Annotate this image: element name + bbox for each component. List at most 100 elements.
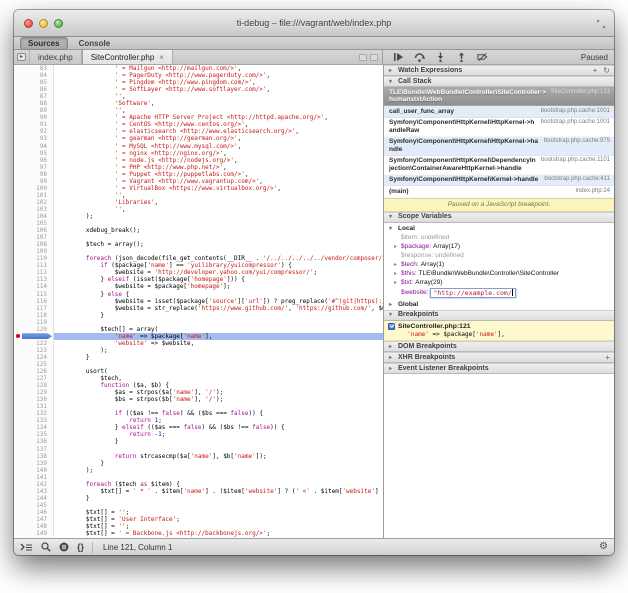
code-line[interactable]: 141	[14, 474, 383, 481]
breakpoints-header[interactable]: ▾ Breakpoints	[384, 310, 614, 321]
code-line[interactable]: 133 return 1;	[14, 417, 383, 424]
line-number[interactable]: 140	[14, 467, 54, 474]
code-line[interactable]: 'name' => $package['name'],	[14, 333, 383, 340]
variable-value-editor[interactable]: "http://example.com/	[430, 288, 515, 298]
code-line[interactable]: 137	[14, 446, 383, 453]
line-number[interactable]: 131	[14, 403, 54, 410]
line-number[interactable]: 87	[14, 93, 54, 100]
code-line[interactable]: 128 function ($a, $b) {	[14, 382, 383, 389]
breakpoint-checkbox[interactable]	[388, 323, 395, 330]
call-stack-frame[interactable]: bootstrap.php.cache:1001Symfony\Componen…	[384, 118, 614, 137]
code-line[interactable]: 109	[14, 248, 383, 255]
show-console-icon[interactable]	[20, 542, 33, 552]
code-line[interactable]: 86 ' = SoftLayer <http://www.softlayer.c…	[14, 86, 383, 93]
source-editor[interactable]: 83 ' = Mailgun <http://mailgun.com/>',84…	[14, 65, 383, 538]
code-line[interactable]: 95 ' = nginx <http://nginx.org/>',	[14, 150, 383, 157]
scope-local-header[interactable]: ▾ Local	[384, 223, 614, 234]
line-number[interactable]: 139	[14, 460, 54, 467]
code-line[interactable]: 135 return -1;	[14, 431, 383, 438]
line-number[interactable]: 119	[14, 319, 54, 326]
line-number[interactable]: 142	[14, 481, 54, 488]
chevron-right-icon[interactable]: ▸	[394, 261, 401, 269]
code-line[interactable]: 115 } else {	[14, 291, 383, 298]
code-line[interactable]: 120 $tech[] = array(	[14, 326, 383, 333]
code-line[interactable]: 105	[14, 220, 383, 227]
line-number[interactable]: 105	[14, 220, 54, 227]
step-out-button[interactable]	[456, 52, 467, 62]
code-line[interactable]: 134 } elseif (($as === false) && ($bs !=…	[14, 424, 383, 431]
line-number[interactable]: 110	[14, 255, 54, 262]
pause-circle-icon[interactable]	[59, 542, 69, 552]
line-number[interactable]: 104	[14, 213, 54, 220]
line-number[interactable]: 138	[14, 453, 54, 460]
line-number[interactable]: 97	[14, 164, 54, 171]
code-line[interactable]: 102 'Libraries',	[14, 199, 383, 206]
search-icon[interactable]	[41, 542, 51, 552]
call-stack-frame[interactable]: bootstrap.php.cache:975Symfony\Component…	[384, 137, 614, 156]
line-number[interactable]: 113	[14, 276, 54, 283]
variable-row[interactable]: ▸$this: TLE\Bundle\WebBundle\Controller\…	[384, 270, 614, 279]
code-line[interactable]: 143 $txt[] = ' * ' . $item['name'] . ($i…	[14, 488, 383, 495]
line-number[interactable]: 143	[14, 488, 54, 495]
gear-icon[interactable]: ⚙	[599, 542, 608, 552]
add-xhr-breakpoint-button[interactable]: +	[605, 353, 610, 362]
code-line[interactable]: 93 ' = gearman <http://gearman.org/>',	[14, 135, 383, 142]
line-number[interactable]: 145	[14, 502, 54, 509]
code-line[interactable]: 106 xdebug_break();	[14, 227, 383, 234]
line-number[interactable]: 83	[14, 65, 54, 72]
code-line[interactable]: 124 }	[14, 354, 383, 361]
scope-global-header[interactable]: ▸ Global	[384, 299, 614, 310]
code-line[interactable]: 142 foreach ($tech as $item) {	[14, 481, 383, 488]
line-number[interactable]: 124	[14, 354, 54, 361]
code-line[interactable]: 89 '',	[14, 107, 383, 114]
code-line[interactable]: 83 ' = Mailgun <http://mailgun.com/>',	[14, 65, 383, 72]
line-number[interactable]: 112	[14, 269, 54, 276]
call-stack-frame[interactable]: bootstrap.php.cache:1101Symfony\Componen…	[384, 156, 614, 175]
code-line[interactable]: 131	[14, 403, 383, 410]
line-number[interactable]: 111	[14, 262, 54, 269]
line-number[interactable]: 144	[14, 495, 54, 502]
line-number[interactable]: 115	[14, 291, 54, 298]
code-line[interactable]: 113 } elseif (isset($package['homepage']…	[14, 276, 383, 283]
add-watch-button[interactable]: +	[593, 66, 598, 75]
line-number[interactable]: 132	[14, 410, 54, 417]
breakpoint-entry[interactable]: SiteController.php:121 'name' => $packag…	[384, 321, 614, 342]
code-line[interactable]: 127 $tech,	[14, 375, 383, 382]
line-number[interactable]: 95	[14, 150, 54, 157]
variable-row[interactable]: ▸$txt: Array(29)	[384, 279, 614, 288]
line-number[interactable]: 120	[14, 326, 54, 333]
code-line[interactable]: 118 }	[14, 312, 383, 319]
code-line[interactable]: 123 );	[14, 347, 383, 354]
code-line[interactable]: 139 }	[14, 460, 383, 467]
code-line[interactable]: 99 ' = Vagrant <http://www.vagrantup.com…	[14, 178, 383, 185]
step-into-button[interactable]	[435, 52, 446, 62]
code-line[interactable]: 91 ' = CentOS <http://www.centos.org/>',	[14, 121, 383, 128]
line-number[interactable]: 107	[14, 234, 54, 241]
xhr-breakpoints-header[interactable]: ▸ XHR Breakpoints +	[384, 352, 614, 363]
code-line[interactable]: 149 $txt[] = ' = Backbone.js <http://bac…	[14, 530, 383, 537]
code-line[interactable]: 144 }	[14, 495, 383, 502]
title-bar[interactable]: ti-debug – file:///vagrant/web/index.php	[14, 10, 614, 37]
line-number[interactable]: 96	[14, 157, 54, 164]
variable-row[interactable]: $item: undefined	[384, 234, 614, 243]
line-number[interactable]: 103	[14, 206, 54, 213]
code-line[interactable]: 112 $website = 'http://developer.yahoo.c…	[14, 269, 383, 276]
line-number[interactable]: 147	[14, 516, 54, 523]
code-line[interactable]: 138 return strcasecmp($a['name'], $b['na…	[14, 453, 383, 460]
line-number[interactable]: 136	[14, 438, 54, 445]
chevron-right-icon[interactable]: ▸	[394, 270, 401, 278]
tab-layout-icon[interactable]	[370, 54, 378, 61]
code-line[interactable]: 90 ' = Apache HTTP Server Project <http:…	[14, 114, 383, 121]
line-number[interactable]: 126	[14, 368, 54, 375]
line-number[interactable]: 118	[14, 312, 54, 319]
line-number[interactable]: 98	[14, 171, 54, 178]
line-number[interactable]: 94	[14, 143, 54, 150]
call-stack-header[interactable]: ▾ Call Stack	[384, 76, 614, 87]
line-number[interactable]: 100	[14, 185, 54, 192]
call-stack-frame[interactable]: bootstrap.php.cache:411Symfony\Component…	[384, 175, 614, 187]
call-stack-frame[interactable]: bootstrap.php.cache:1001call_user_func_a…	[384, 106, 614, 118]
code-line[interactable]: 145	[14, 502, 383, 509]
code-line[interactable]: 119	[14, 319, 383, 326]
tab-sources[interactable]: Sources	[20, 37, 68, 50]
line-number[interactable]: 106	[14, 227, 54, 234]
